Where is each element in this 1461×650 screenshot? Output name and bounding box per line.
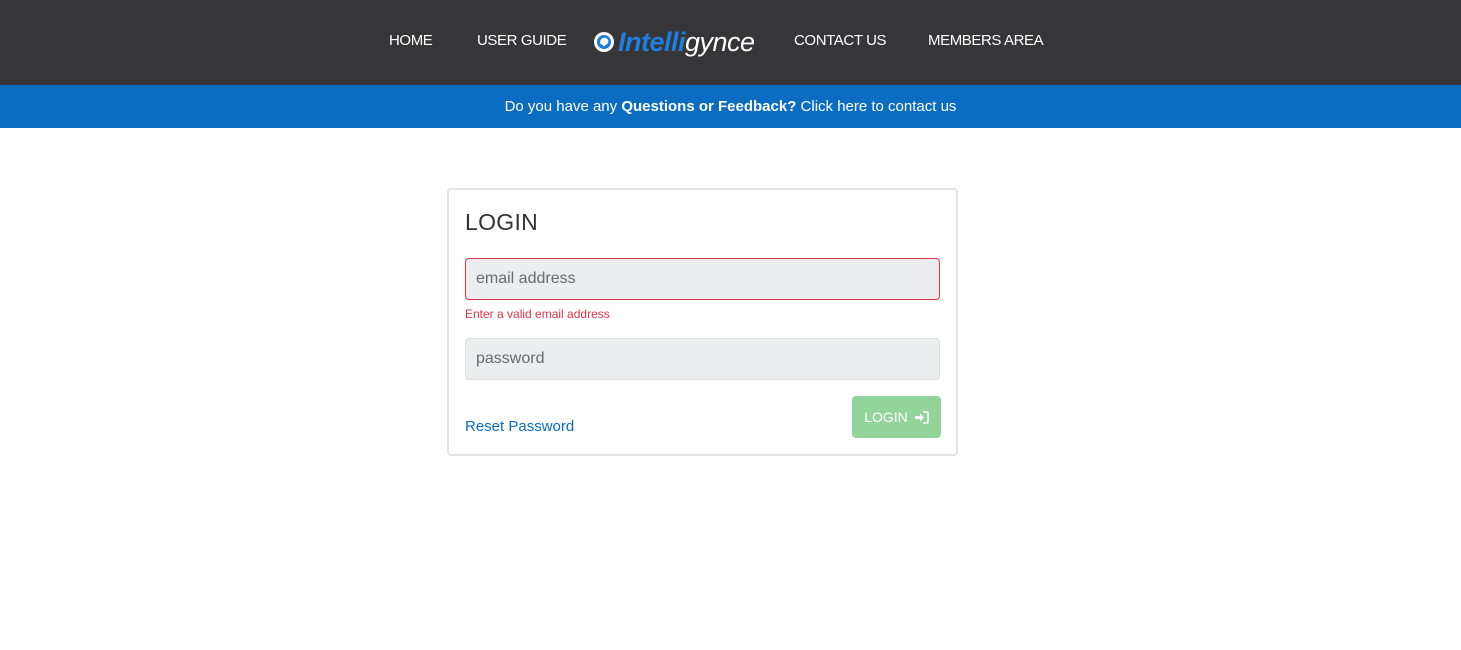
nav-home-link[interactable]: HOME bbox=[389, 31, 433, 51]
intelligynce-logo[interactable]: Intelli gynce bbox=[593, 24, 763, 60]
email-error-message: Enter a valid email address bbox=[465, 307, 610, 321]
login-title: LOGIN bbox=[465, 209, 539, 235]
login-button-label: LOGIN bbox=[864, 409, 908, 425]
sign-in-icon bbox=[914, 410, 929, 424]
password-input[interactable] bbox=[465, 338, 940, 380]
banner-emphasis: Questions or Feedback? bbox=[621, 98, 797, 115]
email-input[interactable] bbox=[465, 258, 940, 300]
feedback-banner[interactable]: Do you have any Questions or Feedback? C… bbox=[0, 85, 1461, 128]
banner-suffix: Click here to contact us bbox=[796, 98, 957, 115]
logo-text-light: gynce bbox=[685, 26, 755, 57]
banner-prefix: Do you have any bbox=[504, 98, 622, 115]
login-card: LOGIN Enter a valid email address Reset … bbox=[447, 188, 958, 456]
brain-globe-icon bbox=[594, 32, 614, 52]
reset-password-link[interactable]: Reset Password bbox=[465, 418, 574, 435]
logo-text-bold: Intelli bbox=[618, 26, 686, 57]
login-button[interactable]: LOGIN bbox=[852, 396, 941, 438]
nav-contact-link[interactable]: CONTACT US bbox=[794, 31, 887, 51]
nav-user-guide-link[interactable]: USER GUIDE bbox=[477, 31, 567, 51]
top-navigation: HOME USER GUIDE Intelli gynce CONTACT US … bbox=[0, 0, 1461, 85]
nav-members-link[interactable]: MEMBERS AREA bbox=[928, 31, 1044, 51]
